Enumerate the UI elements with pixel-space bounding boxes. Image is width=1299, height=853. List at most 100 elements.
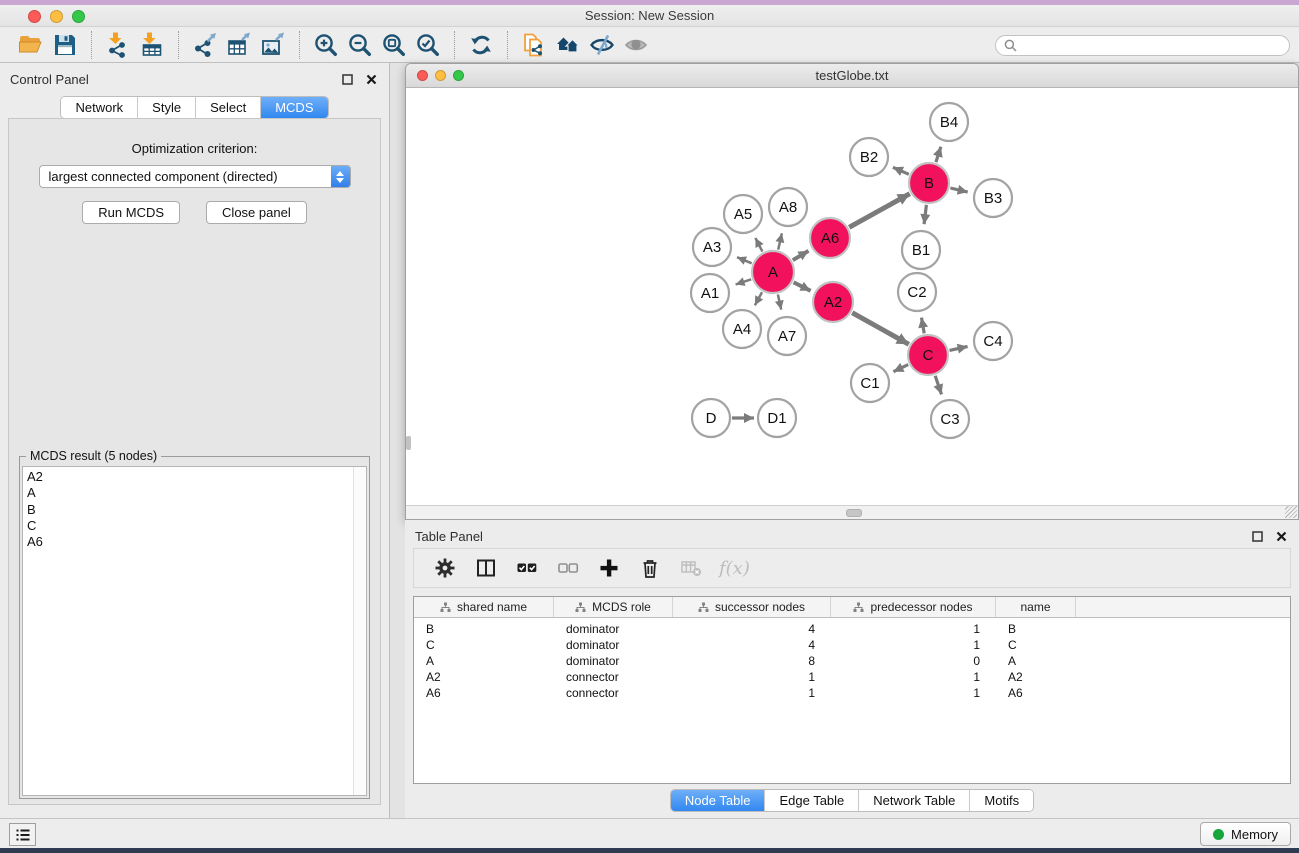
run-mcds-button[interactable]: Run MCDS (82, 201, 180, 224)
horizontal-scrollbar-thumb[interactable] (846, 509, 862, 517)
horizontal-scrollbar[interactable] (406, 505, 1298, 519)
deselect-all-columns-button[interactable] (555, 555, 581, 581)
save-floppy-icon (52, 32, 78, 58)
tab-network[interactable]: Network (61, 97, 138, 118)
clone-network-button[interactable] (519, 30, 549, 60)
close-panel-button[interactable]: Close panel (206, 201, 307, 224)
column-header-successor-nodes[interactable]: successor nodes (673, 597, 831, 617)
zoom-out-button[interactable] (345, 30, 375, 60)
table-cell[interactable]: dominator (554, 637, 673, 653)
table-cell[interactable]: C (414, 637, 554, 653)
delete-column-button[interactable] (637, 555, 663, 581)
table-cell[interactable]: connector (554, 669, 673, 685)
export-network-button[interactable] (190, 30, 220, 60)
mcds-result-item[interactable]: C (23, 518, 366, 534)
table-cell[interactable]: 4 (673, 637, 831, 653)
float-panel-icon[interactable] (342, 74, 353, 85)
table-cell[interactable]: A2 (414, 669, 554, 685)
mcds-result-item[interactable]: A (23, 485, 366, 501)
main-content: Control Panel NetworkStyleSelectMCDS Opt… (0, 63, 1299, 818)
search-icon (1004, 39, 1017, 52)
table-row[interactable]: Adominator80A (414, 653, 1290, 669)
table-cell[interactable]: dominator (554, 653, 673, 669)
network-minimize-button[interactable] (435, 70, 446, 81)
table-cell[interactable]: A2 (996, 669, 1076, 685)
column-header-predecessor-nodes[interactable]: predecessor nodes (831, 597, 996, 617)
table-cell[interactable]: 8 (673, 653, 831, 669)
table-row[interactable]: A2connector11A2 (414, 669, 1290, 685)
export-table-button[interactable] (224, 30, 254, 60)
table-cell[interactable]: B (996, 621, 1076, 637)
table-cell[interactable]: A (414, 653, 554, 669)
table-cell[interactable]: 1 (831, 669, 996, 685)
import-network-button[interactable] (103, 30, 133, 60)
table-cell[interactable]: 1 (831, 621, 996, 637)
column-header-name[interactable]: name (996, 597, 1076, 617)
table-cell[interactable]: 1 (673, 685, 831, 701)
network-graph[interactable]: AA1A2A3A4A5A6A7A8BB1B2B3B4CC1C2C3C4DD1 (406, 88, 1298, 505)
table-cell[interactable]: 4 (673, 621, 831, 637)
search-input[interactable] (1022, 38, 1281, 53)
result-scrollbar[interactable] (353, 467, 366, 795)
table-cell[interactable]: 1 (831, 637, 996, 653)
split-panel-button[interactable] (473, 555, 499, 581)
tab-node-table[interactable]: Node Table (671, 790, 766, 811)
zoom-fit-button[interactable] (379, 30, 409, 60)
table-cell[interactable]: 1 (673, 669, 831, 685)
memory-button[interactable]: Memory (1200, 822, 1291, 846)
hide-selected-button[interactable] (587, 30, 617, 60)
window-resize-grip[interactable] (1285, 506, 1297, 518)
vertical-scrollbar-thumb[interactable] (406, 436, 411, 450)
table-cell[interactable]: B (414, 621, 554, 637)
criterion-select[interactable]: largest connected component (directed) (39, 165, 351, 188)
table-cell[interactable]: C (996, 637, 1076, 653)
import-table-button[interactable] (137, 30, 167, 60)
network-close-button[interactable] (417, 70, 428, 81)
show-selected-button[interactable] (621, 30, 651, 60)
table-row[interactable]: Cdominator41C (414, 637, 1290, 653)
mcds-result-item[interactable]: B (23, 502, 366, 518)
table-cell[interactable]: connector (554, 685, 673, 701)
save-session-button[interactable] (50, 30, 80, 60)
control-panel-header: Control Panel (0, 63, 389, 89)
table-cell[interactable]: A6 (414, 685, 554, 701)
toolbar-separator (299, 31, 300, 59)
mcds-result-item[interactable]: A6 (23, 534, 366, 550)
plus-icon (598, 557, 620, 579)
tab-network-table[interactable]: Network Table (859, 790, 970, 811)
table-cell[interactable]: A (996, 653, 1076, 669)
tab-select[interactable]: Select (196, 97, 261, 118)
export-image-button[interactable] (258, 30, 288, 60)
table-cell[interactable]: 1 (831, 685, 996, 701)
table-cell[interactable]: A6 (996, 685, 1076, 701)
table-row[interactable]: A6connector11A6 (414, 685, 1290, 701)
zoom-selected-button[interactable] (413, 30, 443, 60)
zoom-in-button[interactable] (311, 30, 341, 60)
close-panel-icon[interactable] (1276, 531, 1287, 542)
table-settings-button[interactable] (432, 555, 458, 581)
node-table: shared nameMCDS rolesuccessor nodesprede… (413, 596, 1291, 784)
tab-edge-table[interactable]: Edge Table (765, 790, 859, 811)
network-canvas[interactable]: AA1A2A3A4A5A6A7A8BB1B2B3B4CC1C2C3C4DD1 (406, 88, 1298, 505)
tab-style[interactable]: Style (138, 97, 196, 118)
column-header-MCDS-role[interactable]: MCDS role (554, 597, 673, 617)
delete-table-button[interactable] (678, 555, 704, 581)
open-session-button[interactable] (16, 30, 46, 60)
table-cell[interactable]: 0 (831, 653, 996, 669)
column-header-shared-name[interactable]: shared name (414, 597, 554, 617)
close-panel-icon[interactable] (366, 74, 377, 85)
show-all-networks-button[interactable] (553, 30, 583, 60)
select-all-columns-button[interactable] (514, 555, 540, 581)
table-row[interactable]: Bdominator41B (414, 621, 1290, 637)
float-panel-icon[interactable] (1252, 531, 1263, 542)
table-cell[interactable]: dominator (554, 621, 673, 637)
refresh-view-button[interactable] (466, 30, 496, 60)
tab-mcds[interactable]: MCDS (261, 97, 327, 118)
tab-motifs[interactable]: Motifs (970, 790, 1033, 811)
task-history-button[interactable] (9, 823, 36, 846)
network-zoom-button[interactable] (453, 70, 464, 81)
function-builder-button[interactable]: f(x) (719, 558, 750, 579)
add-column-button[interactable] (596, 555, 622, 581)
graph-edge-A-A5 (755, 238, 762, 252)
mcds-result-item[interactable]: A2 (23, 469, 366, 485)
